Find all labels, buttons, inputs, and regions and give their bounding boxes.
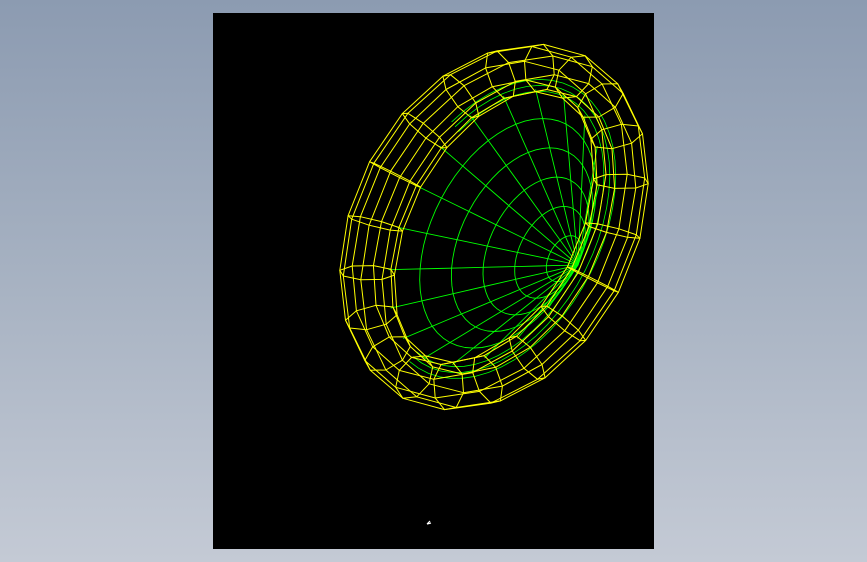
rim-section (345, 304, 398, 331)
rim-longitude (390, 91, 598, 363)
rim-section (347, 215, 403, 232)
cursor-mark-icon (426, 520, 432, 525)
rim-section (593, 173, 649, 189)
rim-section (339, 265, 395, 281)
cad-viewport[interactable] (213, 13, 654, 549)
dish-spoke (502, 95, 579, 266)
rim-longitude (381, 74, 637, 394)
rim-section (364, 336, 411, 371)
dish-spoke (563, 95, 579, 266)
rim-longitude (342, 43, 646, 411)
rim-section (485, 50, 516, 99)
rim-section (540, 305, 587, 342)
rim-longitude (351, 60, 607, 380)
dish-spoke (535, 89, 579, 266)
wireframe-scene[interactable] (213, 13, 654, 549)
dish-spoke (470, 115, 579, 266)
rim-section (585, 222, 641, 239)
rim-section (590, 123, 643, 150)
dish-spoke (414, 184, 579, 266)
inner-lip-line (412, 85, 611, 373)
rim-section (401, 112, 448, 149)
dish-spoke (402, 264, 579, 339)
rim-section (472, 355, 503, 404)
